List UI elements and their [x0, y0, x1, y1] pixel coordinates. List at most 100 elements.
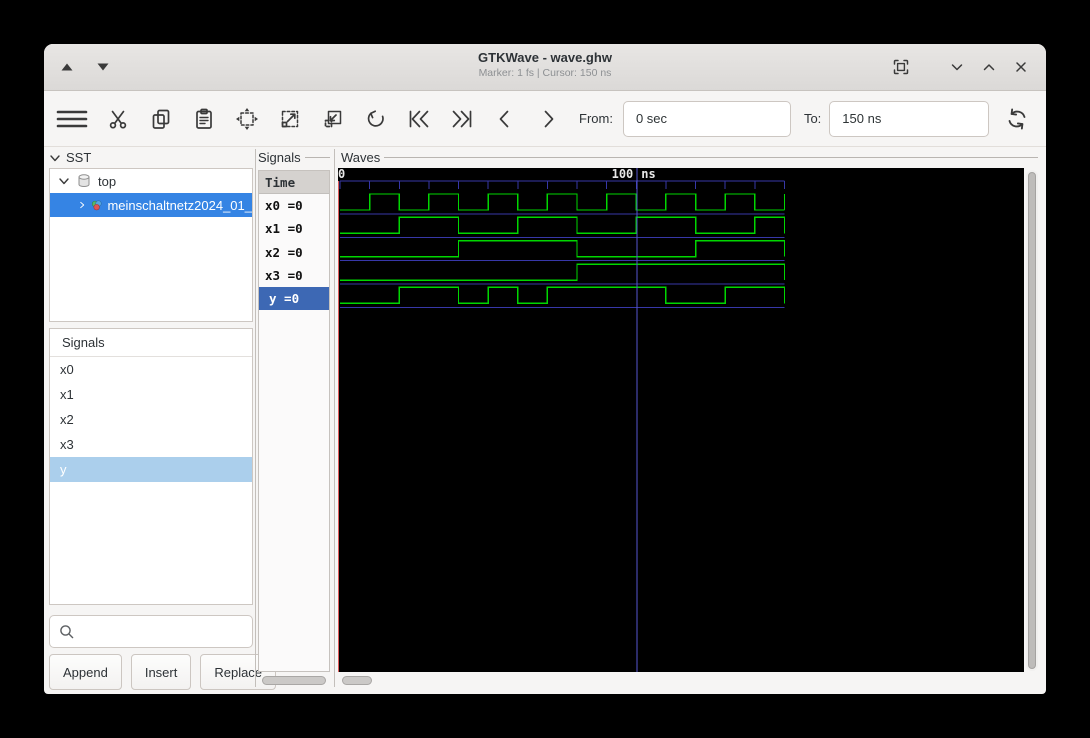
- triangle-down-icon: [97, 63, 109, 71]
- signals-panel-header: Signals: [50, 329, 252, 357]
- zoom-fit-icon: [236, 107, 258, 130]
- wave-canvas[interactable]: 0 100 ns: [337, 167, 1024, 672]
- reload-button[interactable]: [1002, 104, 1032, 134]
- timescale-label-major: 100: [612, 168, 634, 181]
- chevron-down-icon[interactable]: [58, 175, 70, 187]
- scrollbar-thumb[interactable]: [342, 676, 372, 685]
- from-input[interactable]: [622, 100, 791, 137]
- zoom-out-button[interactable]: [318, 104, 348, 134]
- signal-item-x1[interactable]: x1: [50, 382, 252, 407]
- wave-area: 0 100 ns: [337, 167, 1024, 672]
- signal-value-list: Time x0 =0 x1 =0 x2 =0 x3 =0 y =0: [258, 170, 330, 672]
- tree-item-module[interactable]: meinschaltnetz2024_01_: [50, 193, 252, 217]
- expander-down-icon[interactable]: [49, 152, 61, 164]
- frame-line: [304, 157, 330, 158]
- sst-header: SST: [49, 150, 199, 165]
- paste-button[interactable]: [189, 104, 219, 134]
- wave-x1: [340, 216, 786, 235]
- cut-icon: [109, 110, 127, 129]
- signal-value-row-y[interactable]: y =0: [259, 287, 329, 311]
- shade-up-button[interactable]: [56, 56, 78, 78]
- signal-buttons: Append Insert Replace: [49, 654, 277, 690]
- panel-sash-left[interactable]: [255, 149, 256, 687]
- cut-button[interactable]: [103, 104, 133, 134]
- skip-to-end-button[interactable]: [447, 104, 477, 134]
- zoom-in-button[interactable]: [275, 104, 305, 134]
- module-icon: [91, 199, 102, 210]
- zoom-in-icon: [281, 110, 299, 127]
- waves-horizontal-scrollbar[interactable]: [338, 676, 1038, 685]
- zoom-fit-button[interactable]: [232, 104, 262, 134]
- signal-item-x2[interactable]: x2: [50, 407, 252, 432]
- sst-label: SST: [66, 150, 92, 165]
- signal-value-row-x3[interactable]: x3 =0: [259, 264, 329, 287]
- toolbar: From: To:: [44, 91, 1046, 147]
- signal-item-y[interactable]: y: [50, 457, 252, 482]
- hamburger-menu-icon: [56, 110, 88, 127]
- frame-line: [384, 157, 1038, 158]
- to-input[interactable]: [829, 100, 990, 137]
- skip-to-end-icon: [452, 110, 472, 127]
- database-icon: [78, 174, 90, 187]
- triangle-up-icon: [61, 63, 73, 71]
- copy-button[interactable]: [146, 104, 176, 134]
- signal-list-hscrollbar[interactable]: [258, 676, 330, 685]
- titlebar: GTKWave - wave.ghw Marker: 1 fs | Cursor…: [44, 44, 1046, 91]
- copy-icon: [152, 109, 170, 129]
- chevron-right-icon: [544, 110, 554, 127]
- wave-x3: [340, 263, 786, 281]
- insert-button[interactable]: Insert: [130, 654, 192, 690]
- minimize-button[interactable]: [946, 56, 968, 78]
- undo-button[interactable]: [361, 104, 391, 134]
- signal-list-header: Signals: [258, 150, 330, 165]
- waves-label: Waves: [341, 150, 381, 165]
- timescale-unit: ns: [641, 168, 655, 181]
- tree-item-top[interactable]: top: [50, 169, 252, 193]
- main-content: SST top meinschaltnetz2024_01_ Signals x…: [44, 147, 1046, 694]
- gtkwave-window: GTKWave - wave.ghw Marker: 1 fs | Cursor…: [44, 44, 1046, 694]
- signal-value-row-x2[interactable]: x2 =0: [259, 241, 329, 264]
- chevron-right-icon[interactable]: [78, 199, 86, 211]
- tree-item-label: meinschaltnetz2024_01_: [107, 197, 252, 213]
- skip-to-start-button[interactable]: [404, 104, 434, 134]
- maximize-button[interactable]: [978, 56, 1000, 78]
- signal-search-input[interactable]: [49, 615, 253, 648]
- scrollbar-thumb[interactable]: [1028, 172, 1036, 669]
- undo-icon: [367, 109, 384, 127]
- waves-header: Waves: [341, 150, 1038, 165]
- menu-button[interactable]: [54, 104, 90, 134]
- signals-panel: Signals x0 x1 x2 x3 y: [49, 328, 253, 605]
- sst-tree: top meinschaltnetz2024_01_: [49, 168, 253, 322]
- wave-x0: [340, 193, 785, 211]
- signal-list-label: Signals: [258, 150, 301, 165]
- shade-down-button[interactable]: [92, 56, 114, 78]
- from-label: From:: [579, 111, 613, 126]
- signal-item-x3[interactable]: x3: [50, 432, 252, 457]
- signal-item-x0[interactable]: x0: [50, 357, 252, 382]
- zoom-out-icon: [324, 110, 342, 127]
- next-edge-button[interactable]: [533, 104, 563, 134]
- close-icon: [1016, 62, 1026, 72]
- skip-to-start-icon: [409, 110, 429, 127]
- append-button[interactable]: Append: [49, 654, 122, 690]
- chevron-up-icon: [983, 64, 995, 71]
- scrollbar-thumb[interactable]: [262, 676, 326, 685]
- timescale-label-0: 0: [338, 168, 345, 181]
- close-button[interactable]: [1010, 56, 1032, 78]
- wave-y: [340, 286, 786, 305]
- signal-value-row-x0[interactable]: x0 =0: [259, 194, 329, 217]
- reload-icon: [1008, 108, 1026, 129]
- search-icon: [60, 625, 74, 639]
- time-header[interactable]: Time: [259, 171, 329, 194]
- prev-edge-button[interactable]: [490, 104, 520, 134]
- chevron-down-icon: [951, 64, 963, 71]
- paste-icon: [196, 108, 212, 129]
- waves-vertical-scrollbar[interactable]: [1026, 170, 1038, 671]
- wave-x2: [340, 240, 786, 258]
- signal-value-row-x1[interactable]: x1 =0: [259, 217, 329, 240]
- to-label: To:: [803, 111, 822, 126]
- fullscreen-icon: [893, 59, 909, 75]
- chevron-left-icon: [499, 110, 509, 127]
- panel-sash-right[interactable]: [334, 149, 335, 687]
- fullscreen-button[interactable]: [890, 56, 912, 78]
